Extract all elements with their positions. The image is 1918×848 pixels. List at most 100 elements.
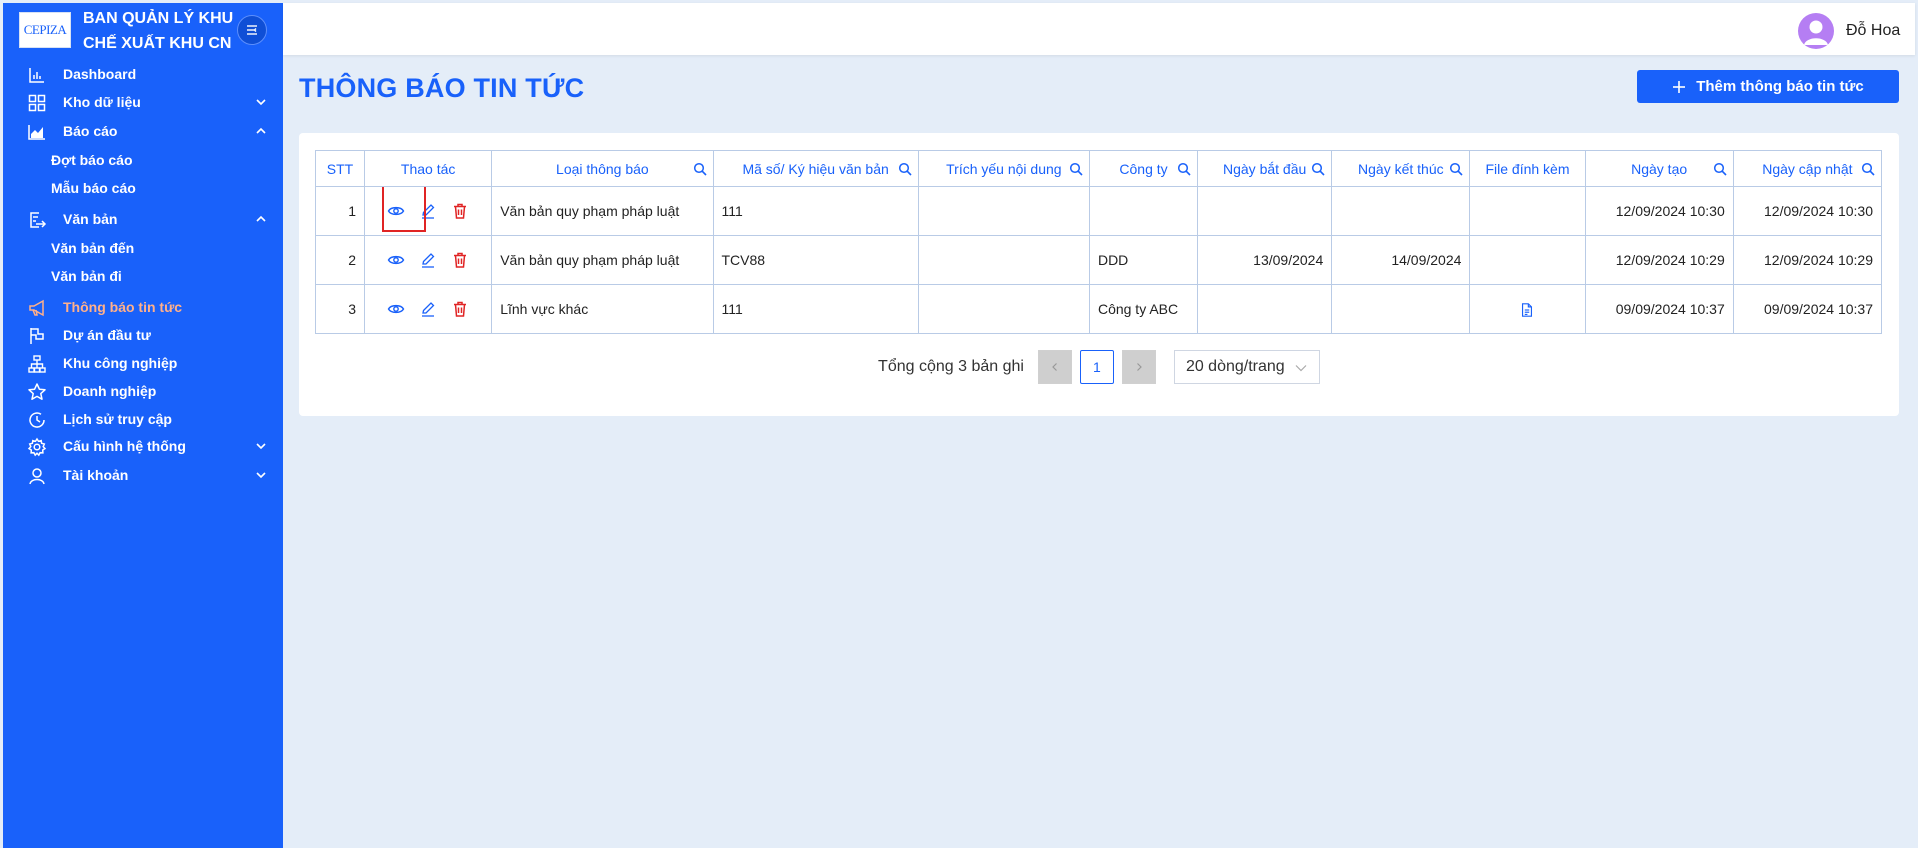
cell-created: 12/09/2024 10:29: [1584, 235, 1734, 285]
cell-stt: 1: [314, 186, 366, 236]
column-header-label: Ngày cập nhật: [1762, 160, 1853, 177]
cell-type: Văn bản quy phạm pháp luật: [491, 235, 714, 285]
table-header-row: STT Thao tác Loại thông báo Mã số/ Ký hiệu …: [314, 150, 1883, 187]
file-icon[interactable]: [1519, 302, 1535, 318]
sidebar-item[interactable]: Dashboard: [3, 59, 283, 89]
cell-attachment: [1469, 186, 1586, 236]
logo: CEPIZA: [19, 12, 71, 48]
cell-attachment: [1469, 284, 1586, 334]
cell-code: TCV88: [712, 235, 919, 285]
edit-icon[interactable]: [419, 300, 437, 318]
trash-icon[interactable]: [451, 251, 469, 269]
search-icon[interactable]: [1861, 162, 1875, 176]
cell-start-date: 13/09/2024: [1197, 235, 1333, 285]
cell-company: [1088, 186, 1199, 236]
cell-updated: 09/09/2024 10:37: [1732, 284, 1883, 334]
edit-icon[interactable]: [419, 251, 437, 269]
search-icon[interactable]: [1449, 162, 1463, 176]
avatar[interactable]: [1798, 13, 1834, 49]
page-number-button[interactable]: 1: [1079, 350, 1114, 384]
page-size-select[interactable]: 20 dòng/trang: [1173, 350, 1320, 384]
gear-icon: [27, 437, 47, 457]
sidebar-item[interactable]: Mẫu báo cáo: [3, 173, 283, 203]
trash-icon[interactable]: [451, 300, 469, 318]
sidebar-item-label: Mẫu báo cáo: [51, 180, 136, 196]
user-name[interactable]: Đỗ Hoa: [1846, 22, 1900, 40]
chevron-down-icon: [256, 99, 266, 106]
sidebar-item[interactable]: Văn bản đi: [3, 261, 283, 291]
sidebar-item[interactable]: Lịch sử truy cập: [3, 404, 283, 434]
column-header-label: STT: [326, 160, 354, 177]
cell-code: 111: [712, 284, 919, 334]
sidebar: CEPIZA BAN QUẢN LÝ KHU CHẾ XUẤT KHU CN D…: [3, 3, 283, 848]
cell-stt: 2: [314, 235, 366, 285]
sidebar-item[interactable]: Khu công nghiệp: [3, 348, 283, 378]
brand: CEPIZA BAN QUẢN LÝ KHU CHẾ XUẤT KHU CN: [3, 3, 283, 55]
column-header: Loại thông báo: [491, 150, 714, 187]
sidebar-item-label: Văn bản: [63, 211, 118, 227]
sidebar-item-label: Báo cáo: [63, 123, 118, 139]
chevron-right-icon: [1137, 363, 1142, 371]
user-avatar-icon: [1804, 20, 1828, 45]
cell-code: 111: [712, 186, 919, 236]
eye-icon[interactable]: [387, 300, 405, 318]
column-header-label: Mã số/ Ký hiệu văn bản: [742, 160, 889, 177]
column-header: File đính kèm: [1469, 150, 1586, 187]
cell-actions: [364, 235, 493, 285]
sidebar-item[interactable]: Đợt báo cáo: [3, 145, 283, 175]
sidebar-item-label: Văn bản đi: [51, 268, 122, 284]
search-icon[interactable]: [1713, 162, 1727, 176]
trash-icon[interactable]: [451, 202, 469, 220]
sidebar-item[interactable]: Tài khoản: [3, 460, 283, 490]
search-icon[interactable]: [1311, 162, 1325, 176]
sidebar-item[interactable]: Văn bản đến: [3, 233, 283, 263]
cell-company: DDD: [1088, 235, 1199, 285]
cell-actions: [364, 284, 493, 334]
sidebar-item[interactable]: Kho dữ liệu: [3, 87, 283, 117]
sidebar-collapse-button[interactable]: [237, 15, 267, 45]
page-title: THÔNG BÁO TIN TỨC: [299, 73, 585, 103]
column-header-label: Loại thông báo: [556, 160, 649, 177]
pagination: Tổng cộng 3 bản ghi 1 20 dòng/trang: [299, 350, 1899, 384]
cell-end-date: 14/09/2024: [1331, 235, 1471, 285]
chevron-down-icon: [256, 443, 266, 450]
grid-icon: [28, 94, 46, 112]
search-icon[interactable]: [1177, 162, 1191, 176]
column-header-label: Ngày bắt đầu: [1223, 160, 1307, 177]
column-header: Mã số/ Ký hiệu văn bản: [712, 150, 919, 187]
table-row: 2 Văn bản quy phạm pháp luật TCV88 DDD 13/09…: [314, 235, 1883, 285]
sidebar-item[interactable]: Thông báo tin tức: [3, 292, 283, 322]
chevron-up-icon: [256, 215, 266, 222]
prev-page-button[interactable]: [1037, 350, 1072, 384]
cell-created: 09/09/2024 10:37: [1584, 284, 1734, 334]
eye-icon[interactable]: [387, 251, 405, 269]
eye-icon[interactable]: [387, 202, 405, 220]
sidebar-item-label: Lịch sử truy cập: [63, 411, 172, 427]
sidebar-item-label: Dự án đầu tư: [63, 327, 151, 343]
table-card: STT Thao tác Loại thông báo Mã số/ Ký hiệu …: [299, 133, 1899, 416]
page-size-value: 20 dòng/trang: [1185, 358, 1285, 375]
edit-icon[interactable]: [419, 202, 437, 220]
next-page-button[interactable]: [1121, 350, 1156, 384]
cell-created: 12/09/2024 10:30: [1584, 186, 1734, 236]
sidebar-item[interactable]: Văn bản: [3, 204, 283, 234]
search-icon[interactable]: [898, 162, 912, 176]
megaphone-icon: [29, 299, 44, 317]
sidebar-item-label: Kho dữ liệu: [63, 94, 141, 110]
row-actions: [373, 286, 483, 333]
add-news-button[interactable]: Thêm thông báo tin tức: [1637, 70, 1899, 103]
sidebar-item[interactable]: Cấu hình hệ thống: [3, 431, 283, 461]
cell-summary: [917, 284, 1090, 334]
sidebar-item[interactable]: Báo cáo: [3, 116, 283, 146]
search-icon[interactable]: [693, 162, 707, 176]
sidebar-item-label: Khu công nghiệp: [63, 355, 178, 371]
search-icon[interactable]: [1069, 162, 1083, 176]
news-table: STT Thao tác Loại thông báo Mã số/ Ký hiệu …: [314, 150, 1883, 334]
column-header-label: File đính kèm: [1485, 160, 1570, 177]
row-actions: [373, 187, 483, 235]
sidebar-item[interactable]: Dự án đầu tư: [3, 320, 283, 350]
sidebar-item[interactable]: Doanh nghiệp: [3, 376, 283, 406]
column-header-label: Công ty: [1119, 160, 1168, 177]
table-row: 1 Văn bản quy phạm pháp luật 111 12/09/2024…: [314, 186, 1883, 236]
table-row: 3 Lĩnh vực khác 111 Công ty ABC 09/09/2024 1…: [314, 284, 1883, 334]
